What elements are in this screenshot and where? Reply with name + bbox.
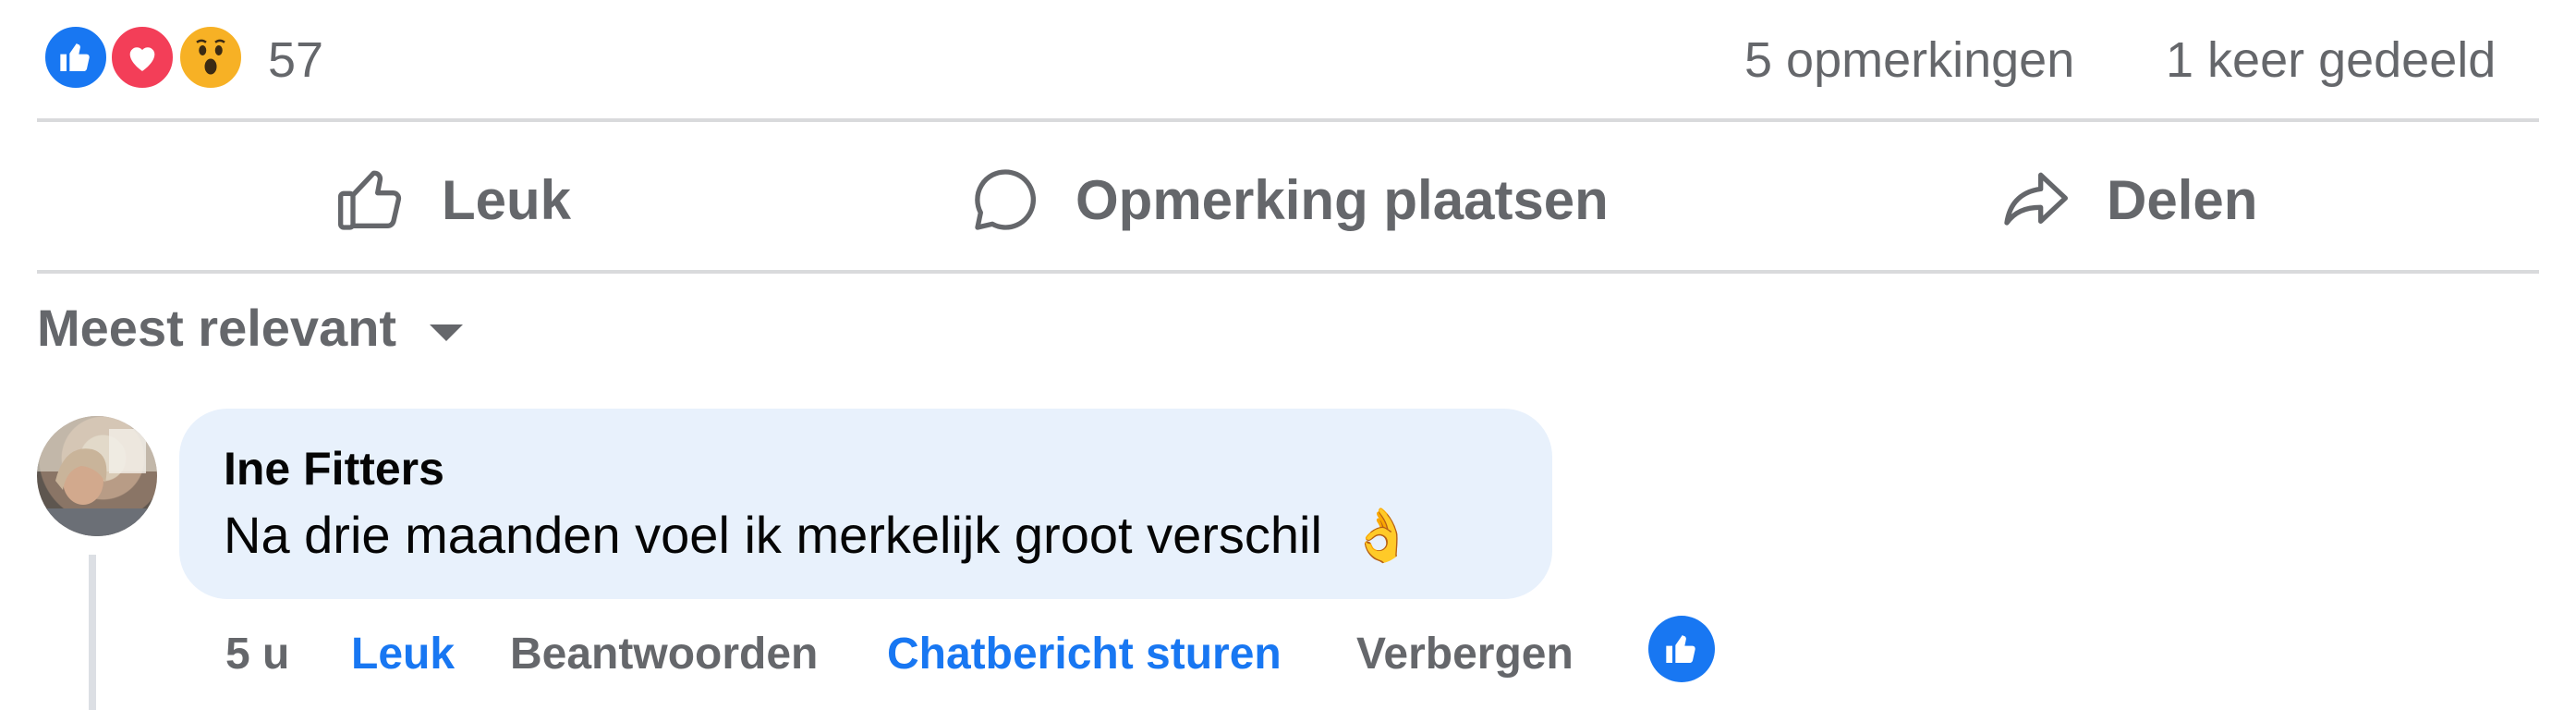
share-button-label: Delen [2107, 168, 2258, 231]
share-count[interactable]: 1 keer gedeeld [2166, 31, 2496, 89]
comment-like-reaction-icon[interactable] [1648, 616, 1715, 682]
comment-sort-label: Meest relevant [37, 299, 397, 357]
divider-top [37, 118, 2539, 122]
comment-button-label: Opmerking plaatsen [1075, 168, 1609, 231]
wow-reaction-icon [176, 22, 246, 92]
comment-bubble: Ine Fitters Na drie maanden voel ik merk… [179, 409, 1552, 599]
reply-link[interactable]: Beantwoorden [510, 629, 818, 679]
share-button[interactable]: Delen [1996, 153, 2257, 246]
comment-body: Na drie maanden voel ik merkelijk groot … [224, 506, 1322, 564]
comment-like-link[interactable]: Leuk [351, 629, 455, 679]
like-button-label: Leuk [442, 168, 572, 231]
like-reaction-icon [41, 22, 111, 92]
hide-link[interactable]: Verbergen [1356, 629, 1574, 679]
thread-line [89, 555, 96, 710]
divider-bottom [37, 270, 2539, 274]
comment-sort-dropdown[interactable]: Meest relevant [37, 298, 464, 358]
caret-down-icon [430, 324, 464, 341]
comment-bubble-icon [975, 169, 1037, 230]
share-arrow-icon [2004, 172, 2068, 226]
comment-text: Na drie maanden voel ik merkelijk groot … [224, 505, 1414, 566]
thumbs-up-icon [338, 170, 402, 230]
comment-button[interactable]: Opmerking plaatsen [968, 153, 1609, 246]
like-button[interactable]: Leuk [334, 153, 571, 246]
love-reaction-icon [107, 22, 177, 92]
reaction-count[interactable]: 57 [268, 31, 323, 89]
comment-count[interactable]: 5 opmerkingen [1744, 31, 2074, 89]
send-message-link[interactable]: Chatbericht sturen [887, 629, 1282, 679]
avatar[interactable] [37, 416, 157, 536]
ok-hand-emoji-icon: 👌 [1349, 506, 1415, 564]
comment-author[interactable]: Ine Fitters [224, 442, 444, 496]
comment-time[interactable]: 5 u [225, 629, 289, 679]
